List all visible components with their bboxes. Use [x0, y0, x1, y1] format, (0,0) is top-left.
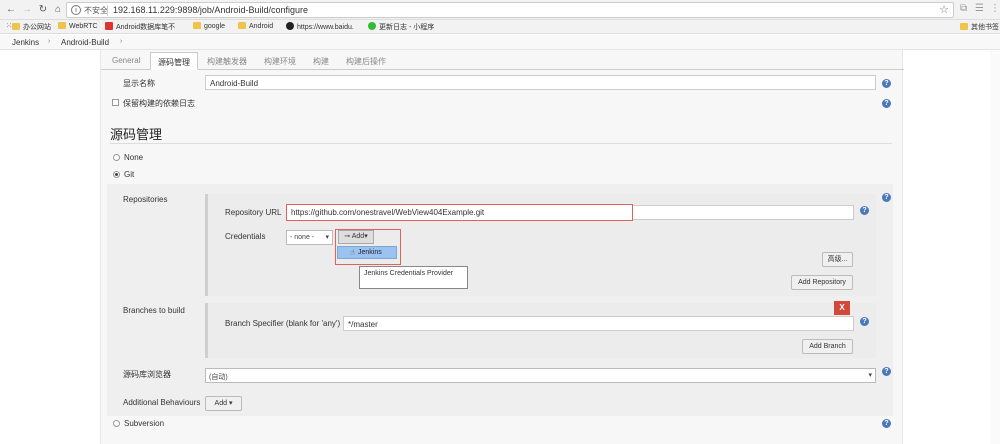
keep-logs-label: 保留构建的依赖日志	[123, 99, 195, 108]
display-name-field[interactable]: Android-Build	[205, 75, 876, 90]
credentials-label: Credentials	[225, 232, 266, 241]
hand-cursor-icon: ☝	[350, 248, 355, 257]
bookmark-item[interactable]: google	[193, 22, 225, 30]
forward-icon[interactable]: →	[20, 3, 34, 17]
bookmark-star-icon[interactable]: ☆	[939, 3, 949, 16]
extension-icon-2[interactable]: ☰	[975, 3, 984, 14]
menu-icon[interactable]: ⋮	[990, 3, 1000, 14]
tab-general[interactable]: General	[112, 56, 140, 65]
bookmark-item[interactable]: Android	[238, 22, 273, 30]
help-icon[interactable]: ?	[882, 193, 891, 202]
help-icon[interactable]: ?	[882, 79, 891, 88]
help-icon[interactable]: ?	[882, 367, 891, 376]
bookmark-item[interactable]: https://www.baidu.	[286, 22, 354, 31]
info-icon[interactable]: i	[71, 5, 81, 15]
red-app-icon	[105, 22, 113, 30]
branch-specifier-field[interactable]: */master	[343, 316, 854, 331]
repo-browser-select[interactable]: (自动) ▾	[205, 368, 876, 383]
folder-icon	[960, 23, 968, 30]
tab-build[interactable]: 构建	[313, 56, 329, 67]
display-name-label: 显示名称	[123, 79, 155, 88]
repo-url-label: Repository URL	[225, 208, 282, 217]
divider	[107, 5, 108, 16]
chevron-down-icon: ▾	[868, 372, 872, 379]
address-bar[interactable]: i 不安全 192.168.11.229:9898/job/Android-Bu…	[66, 2, 954, 18]
key-icon: ⊸	[344, 233, 352, 240]
radio-git[interactable]	[113, 171, 120, 178]
github-icon	[286, 22, 294, 30]
radio-none[interactable]	[113, 154, 120, 161]
menu-item-jenkins[interactable]: Jenkins	[337, 246, 397, 259]
radio-subversion[interactable]	[113, 420, 120, 427]
repo-browser-label: 源码库浏览器	[123, 370, 171, 379]
section-title: 源码管理	[110, 127, 163, 142]
bookmark-item[interactable]: 办公网站	[12, 22, 51, 32]
advanced-button[interactable]: 高级...	[822, 252, 853, 267]
repo-url-field[interactable]: https://github.com/onestravel/WebView404…	[286, 204, 633, 221]
chevron-right-icon: ›	[120, 38, 123, 45]
tooltip: Jenkins Credentials Provider	[359, 266, 468, 289]
folder-icon	[193, 22, 201, 29]
branch-specifier-label: Branch Specifier (blank for 'any')	[225, 319, 341, 328]
breadcrumb-job[interactable]: Android-Build	[61, 38, 109, 47]
bookmarks-bar: ⁙ 办公网站 WebRTC Android数据库笔不 google Androi…	[0, 20, 1000, 34]
credentials-add-button[interactable]: ⊸ Add▾	[338, 230, 374, 244]
browser-toolbar: ← → ↻ ⌂ i 不安全 192.168.11.229:9898/job/An…	[0, 0, 1000, 20]
breadcrumb: Jenkins › Android-Build ›	[0, 35, 1000, 50]
credentials-value: - none -	[290, 234, 315, 241]
other-bookmarks[interactable]: 其他书签	[960, 22, 999, 32]
bookmark-item[interactable]: WebRTC	[58, 22, 98, 30]
credentials-select[interactable]: - none - ▾	[286, 230, 333, 245]
wechat-icon	[368, 22, 376, 30]
radio-none-label: None	[124, 153, 144, 162]
branches-label: Branches to build	[123, 306, 185, 315]
apps-icon[interactable]: ⁙	[6, 22, 12, 30]
repo-browser-value: (自动)	[209, 374, 228, 381]
tab-post-build[interactable]: 构建后操作	[346, 56, 386, 67]
help-icon[interactable]: ?	[882, 419, 891, 428]
url-text[interactable]: 192.168.11.229:9898/job/Android-Build/co…	[113, 5, 308, 15]
tab-environment[interactable]: 构建环境	[264, 56, 296, 67]
add-repository-button[interactable]: Add Repository	[791, 275, 853, 290]
help-icon[interactable]: ?	[882, 99, 891, 108]
bookmark-item[interactable]: 更新日志 - 小程序	[368, 22, 434, 32]
repositories-label: Repositories	[123, 195, 168, 204]
reload-icon[interactable]: ↻	[36, 3, 50, 17]
tab-scm[interactable]: 源码管理	[150, 52, 198, 70]
delete-branch-button[interactable]: X	[834, 301, 850, 315]
behaviours-label: Additional Behaviours	[123, 398, 201, 407]
tab-triggers[interactable]: 构建触发器	[207, 56, 247, 67]
breadcrumb-jenkins[interactable]: Jenkins	[12, 38, 39, 47]
extension-icon[interactable]: ⧉	[960, 3, 967, 14]
repo-url-field-ext[interactable]	[631, 205, 854, 220]
help-icon[interactable]: ?	[860, 206, 869, 215]
behaviours-add-button[interactable]: Add ▾	[205, 396, 242, 411]
chevron-down-icon: ▾	[228, 400, 233, 407]
keep-logs-checkbox[interactable]	[112, 99, 119, 106]
scrollbar[interactable]	[990, 50, 1000, 444]
radio-git-label: Git	[124, 170, 135, 179]
folder-icon	[58, 22, 66, 29]
folder-icon	[238, 22, 246, 29]
config-tabs: General 源码管理 构建触发器 构建环境 构建 构建后操作	[101, 52, 904, 70]
radio-subversion-label: Subversion	[124, 419, 165, 428]
chevron-down-icon: ▾	[364, 233, 368, 240]
help-icon[interactable]: ?	[860, 317, 869, 326]
back-icon[interactable]: ←	[4, 3, 18, 17]
home-icon[interactable]: ⌂	[51, 3, 65, 17]
add-branch-button[interactable]: Add Branch	[802, 339, 853, 354]
folder-icon	[12, 23, 20, 30]
bookmark-item[interactable]: Android数据库笔不	[105, 22, 175, 32]
insecure-label: 不安全	[84, 6, 108, 15]
chevron-right-icon: ›	[48, 38, 51, 45]
chevron-down-icon: ▾	[325, 234, 329, 241]
divider	[110, 143, 892, 144]
